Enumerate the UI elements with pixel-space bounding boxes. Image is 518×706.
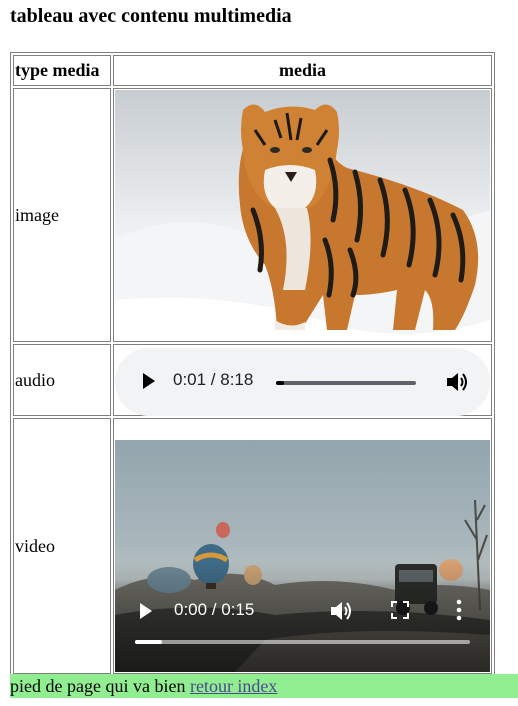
fullscreen-icon[interactable]	[391, 601, 409, 619]
table-row-video: video 0:00 / 0:15	[13, 418, 492, 674]
table-header-row: type media media	[13, 55, 492, 86]
audio-time-display: 0:01 / 8:18	[173, 370, 254, 389]
more-options-icon[interactable]	[456, 599, 462, 621]
header-media: media	[113, 55, 492, 86]
volume-icon[interactable]	[445, 371, 469, 393]
audio-progress-bar[interactable]	[276, 381, 416, 385]
tiger-illustration	[115, 104, 490, 340]
video-frame: 0:00 / 0:15	[115, 440, 490, 672]
media-cell-video: 0:00 / 0:15	[113, 418, 492, 674]
media-cell-audio: 0:01 / 8:18	[113, 344, 492, 416]
video-progress-bar[interactable]	[135, 640, 470, 644]
back-to-index-link[interactable]: retour index	[190, 676, 277, 696]
header-type-media: type media	[13, 55, 111, 86]
page-footer: pied de page qui va bien retour index	[10, 674, 518, 698]
table-row-audio: audio 0:01 / 8:18	[13, 344, 492, 416]
play-icon[interactable]	[143, 373, 155, 389]
video-controls: 0:00 / 0:15	[115, 440, 490, 672]
type-cell-audio: audio	[13, 344, 111, 416]
page-title: tableau avec contenu multimedia	[10, 5, 292, 27]
media-cell-image	[113, 88, 492, 342]
media-table: type media media image audio 0:01 / 8:18…	[10, 52, 495, 677]
table-row-image: image	[13, 88, 492, 342]
video-controls-shade	[115, 562, 490, 672]
volume-icon[interactable]	[329, 600, 353, 622]
type-cell-image: image	[13, 88, 111, 342]
video-time-display: 0:00 / 0:15	[174, 600, 255, 619]
video-progress-fill	[135, 640, 162, 644]
tiger-image	[115, 90, 490, 340]
video-player[interactable]: 0:00 / 0:15	[115, 420, 490, 672]
audio-progress-fill	[276, 381, 285, 385]
play-icon[interactable]	[140, 603, 152, 619]
audio-player[interactable]: 0:01 / 8:18	[115, 346, 490, 416]
footer-text: pied de page qui va bien	[10, 676, 186, 696]
type-cell-video: video	[13, 418, 111, 674]
